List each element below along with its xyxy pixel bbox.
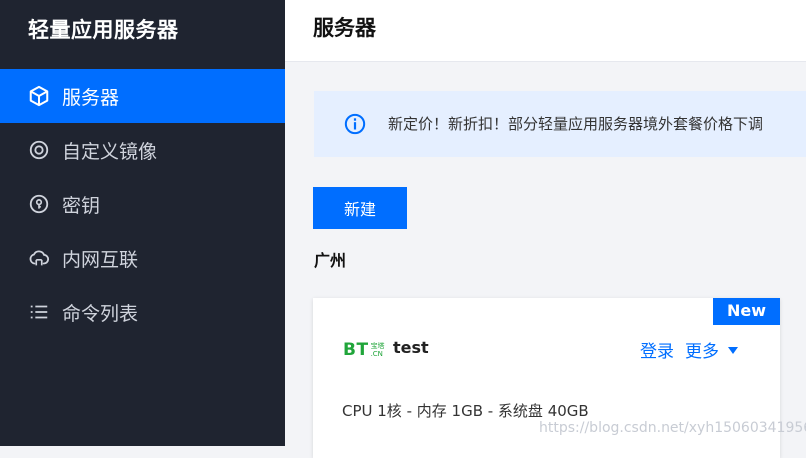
bt-logo-sub-bottom: .CN — [370, 350, 383, 358]
sidebar-item-custom-images[interactable]: 自定义镜像 — [0, 123, 285, 177]
bt-logo: BT 宝塔 .CN — [343, 340, 385, 360]
sidebar-item-private-network[interactable]: 内网互联 — [0, 231, 285, 285]
bt-logo-text: BT — [343, 340, 369, 360]
caret-down-icon — [728, 347, 738, 354]
cube-icon — [28, 85, 50, 107]
more-dropdown[interactable]: 更多 — [685, 337, 738, 362]
sidebar-item-command-list[interactable]: 命令列表 — [0, 285, 285, 339]
page-header: 服务器 — [285, 0, 806, 62]
sidebar-item-label: 服务器 — [62, 86, 120, 109]
sidebar: 轻量应用服务器 服务器 自定义镜像 密钥 内网互联 命令列表 — [0, 0, 285, 446]
disc-icon — [28, 139, 50, 161]
sidebar-item-label: 自定义镜像 — [62, 140, 158, 163]
new-badge: New — [712, 298, 780, 325]
bt-logo-sub-top: 宝塔 — [370, 342, 385, 350]
login-link[interactable]: 登录 — [640, 337, 674, 362]
more-label: 更多 — [685, 342, 719, 362]
sidebar-item-keys[interactable]: 密钥 — [0, 177, 285, 231]
cloud-link-icon — [28, 247, 50, 269]
server-name[interactable]: test — [393, 338, 429, 357]
sidebar-item-label: 密钥 — [62, 194, 101, 217]
list-icon — [28, 301, 50, 323]
app-title: 轻量应用服务器 — [28, 18, 179, 42]
sidebar-item-label: 命令列表 — [62, 302, 139, 325]
notice-text: 新定价！新折扣！部分轻量应用服务器境外套餐价格下调 — [388, 115, 764, 133]
page-title: 服务器 — [313, 16, 376, 40]
watermark: https://blog.csdn.net/xyh15060341956 — [539, 420, 806, 436]
sidebar-item-servers[interactable]: 服务器 — [0, 69, 285, 123]
server-spec: CPU 1核 - 内存 1GB - 系统盘 40GB — [342, 402, 589, 420]
key-icon — [28, 193, 50, 215]
info-icon — [344, 113, 366, 135]
notice-banner: 新定价！新折扣！部分轻量应用服务器境外套餐价格下调 — [314, 91, 806, 157]
bt-logo-sub: 宝塔 .CN — [371, 342, 385, 358]
sidebar-item-label: 内网互联 — [62, 248, 139, 271]
new-button[interactable]: 新建 — [313, 187, 407, 229]
region-title: 广州 — [314, 251, 347, 270]
